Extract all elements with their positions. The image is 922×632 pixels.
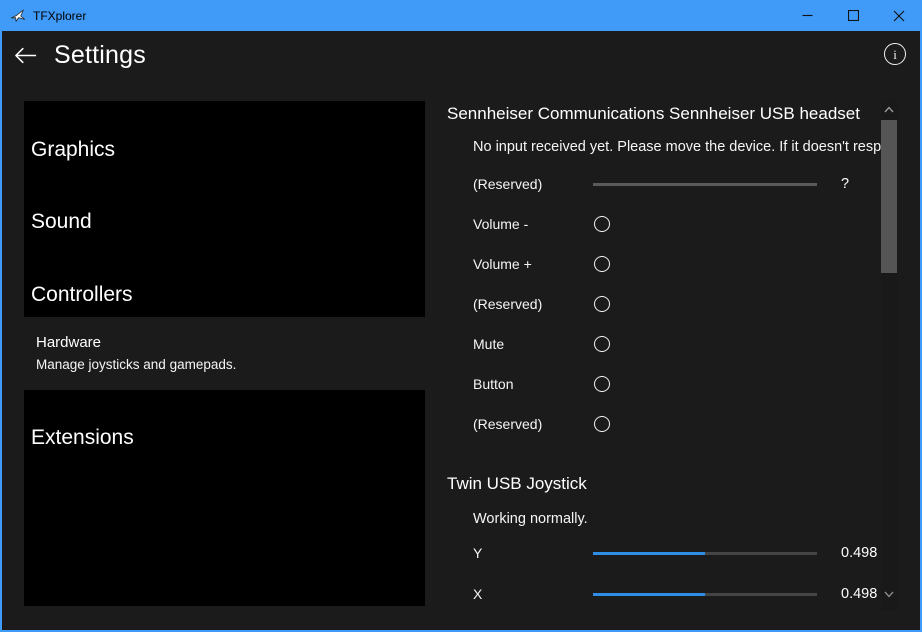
axis-bar bbox=[593, 183, 817, 186]
close-button[interactable] bbox=[876, 0, 922, 31]
button-state-indicator bbox=[594, 336, 610, 352]
hardware-devices-panel: Sennheiser Communications Sennheiser USB… bbox=[447, 0, 881, 632]
maximize-button[interactable] bbox=[830, 0, 876, 31]
extensions-nav-panel: Extensions bbox=[24, 390, 425, 606]
axis-value: 0.498 bbox=[841, 544, 877, 562]
back-button[interactable] bbox=[11, 41, 41, 69]
hardware-subtitle: Manage joysticks and gamepads. bbox=[36, 356, 416, 374]
axis-bar bbox=[593, 593, 817, 596]
minimize-button[interactable] bbox=[784, 0, 830, 31]
sidebar-item-controllers[interactable]: Controllers bbox=[31, 280, 419, 310]
device-status: No input received yet. Please move the d… bbox=[473, 139, 881, 155]
button-state-indicator bbox=[594, 216, 610, 232]
chevron-up-icon bbox=[884, 106, 894, 113]
titlebar[interactable]: TFXplorer bbox=[0, 0, 922, 31]
button-state-indicator bbox=[594, 376, 610, 392]
button-label: (Reserved) bbox=[473, 415, 542, 433]
button-label: Button bbox=[473, 375, 513, 393]
scroll-down-button[interactable] bbox=[884, 590, 894, 598]
app-window: TFXplorer Settings i Graphics Sound Cont… bbox=[0, 0, 922, 632]
sidebar-item-extensions[interactable]: Extensions bbox=[31, 423, 419, 453]
button-state-indicator bbox=[594, 416, 610, 432]
settings-nav-panel: Graphics Sound Controllers bbox=[24, 101, 425, 317]
minimize-icon bbox=[802, 10, 813, 21]
window-border-left bbox=[0, 0, 2, 632]
sidebar-item-graphics[interactable]: Graphics bbox=[31, 135, 419, 165]
device-name: Twin USB Joystick bbox=[447, 474, 587, 494]
axis-value: 0.498 bbox=[841, 585, 877, 603]
button-label: Volume - bbox=[473, 215, 528, 233]
info-icon: i bbox=[884, 43, 906, 65]
info-button[interactable]: i bbox=[883, 42, 907, 66]
axis-label: Y bbox=[473, 544, 482, 562]
axis-label: (Reserved) bbox=[473, 175, 542, 193]
scrollbar-thumb[interactable] bbox=[881, 120, 897, 273]
button-label: (Reserved) bbox=[473, 295, 542, 313]
device-name: Sennheiser Communications Sennheiser USB… bbox=[447, 104, 860, 124]
axis-value: ? bbox=[841, 175, 849, 193]
chevron-down-icon bbox=[884, 591, 894, 598]
sidebar-item-hardware[interactable]: Hardware Manage joysticks and gamepads. bbox=[36, 333, 416, 374]
maximize-icon bbox=[848, 10, 859, 21]
page-title: Settings bbox=[54, 41, 146, 70]
button-label: Volume + bbox=[473, 255, 532, 273]
button-state-indicator bbox=[594, 256, 610, 272]
sidebar-item-sound[interactable]: Sound bbox=[31, 207, 419, 237]
window-title: TFXplorer bbox=[33, 9, 86, 23]
app-jet-aircraft-icon bbox=[10, 8, 26, 24]
scroll-up-button[interactable] bbox=[884, 105, 894, 113]
back-arrow-icon bbox=[15, 47, 37, 64]
button-state-indicator bbox=[594, 296, 610, 312]
hardware-title: Hardware bbox=[36, 333, 416, 353]
scrollbar[interactable] bbox=[881, 100, 897, 610]
axis-bar-fill bbox=[593, 552, 705, 555]
axis-label: X bbox=[473, 585, 482, 603]
device-status: Working normally. bbox=[473, 511, 881, 527]
axis-bar bbox=[593, 552, 817, 555]
button-label: Mute bbox=[473, 335, 504, 353]
close-icon bbox=[893, 10, 905, 22]
axis-bar-fill bbox=[593, 593, 705, 596]
